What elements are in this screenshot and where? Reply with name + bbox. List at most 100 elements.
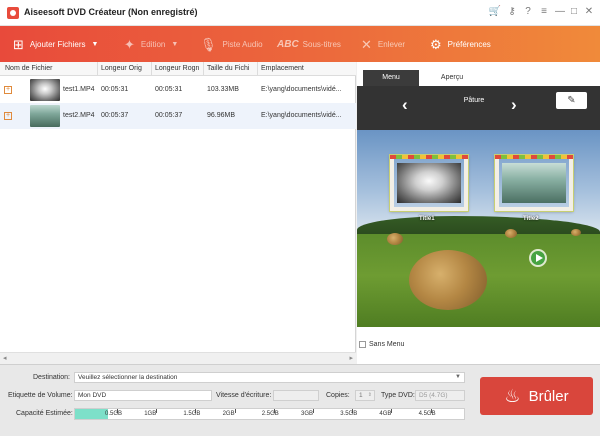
remove-button[interactable]: ✕ Enlever	[361, 26, 405, 62]
chevron-right-icon[interactable]: ›	[511, 96, 517, 113]
file-row[interactable]: + test2.MP4 00:05:37 00:05:37 96.96MB E:…	[0, 103, 356, 129]
key-icon[interactable]: ⚷	[505, 5, 519, 19]
capacity-label: Capacité Estimée:	[16, 410, 73, 417]
destination-value: Veuillez sélectionner la destination	[78, 374, 178, 381]
file-size: 103.33MB	[207, 86, 239, 93]
edit-menu-icon: ✎	[567, 95, 576, 106]
column-header-location[interactable]: Emplacement	[261, 65, 304, 72]
write-speed-label: Vitesse d'écriture:	[216, 392, 272, 399]
capacity-tick-label: 0.5GB	[105, 411, 123, 417]
flame-icon: ♨	[504, 385, 521, 406]
title-photo	[397, 163, 461, 203]
stepper-arrows-icon[interactable]: ⇕	[368, 391, 372, 400]
destination-select[interactable]: Veuillez sélectionner la destination ▼	[74, 372, 465, 383]
edition-button[interactable]: ✦ Edition ▼	[124, 26, 178, 62]
add-files-button[interactable]: ⊞ Ajouter Fichiers ▼	[13, 26, 98, 62]
audio-track-button[interactable]: 🎙 Piste Audio	[200, 26, 263, 62]
volume-label: Etiquette de Volume:	[8, 392, 73, 399]
volume-value: Mon DVD	[78, 392, 107, 399]
capacity-tick-label: 4GB	[379, 411, 392, 417]
main-toolbar: ⊞ Ajouter Fichiers ▼ ✦ Edition ▼ 🎙 Piste…	[0, 26, 600, 62]
title-label-1: Title1	[419, 216, 435, 222]
capacity-tick-label: 3GB	[301, 411, 314, 417]
copies-stepper[interactable]: 1 ⇕	[355, 390, 375, 401]
menu-icon[interactable]: ≡	[537, 5, 551, 19]
play-icon[interactable]	[529, 249, 547, 267]
add-files-label: Ajouter Fichiers	[29, 39, 86, 49]
file-name: test1.MP4	[63, 86, 95, 93]
hay-bale	[505, 229, 517, 238]
edition-label: Edition	[140, 39, 166, 49]
remove-label: Enlever	[377, 39, 406, 49]
capacity-tick	[391, 409, 393, 413]
edit-menu-button[interactable]: ✎	[556, 92, 587, 109]
minimize-icon[interactable]: —	[553, 5, 567, 19]
capacity-tick-label: 1.5GB	[183, 411, 201, 417]
capacity-tick-label: 2.5GB	[261, 411, 279, 417]
tab-preview[interactable]: Aperçu	[425, 70, 479, 86]
cart-icon[interactable]: 🛒	[488, 5, 502, 19]
file-size: 96.96MB	[207, 112, 236, 119]
file-location: E:\yang\documents\vidé...	[261, 112, 342, 119]
app-title: Aiseesoft DVD Créateur (Non enregistré)	[24, 7, 198, 17]
write-speed-select[interactable]	[273, 390, 319, 401]
title-bar: Aiseesoft DVD Créateur (Non enregistré) …	[0, 0, 600, 26]
video-thumbnail	[30, 79, 60, 101]
subtitles-icon: ABC	[277, 38, 299, 50]
expand-icon[interactable]: +	[4, 112, 12, 120]
chevron-down-icon[interactable]: ▼	[91, 41, 98, 48]
hay-bale	[409, 250, 487, 310]
subtitles-button[interactable]: ABC Sous-titres	[277, 26, 341, 62]
expand-icon[interactable]: +	[4, 86, 12, 94]
scroll-right-icon[interactable]: ▸	[349, 354, 353, 362]
no-menu-label: Sans Menu	[369, 341, 405, 348]
title-thumbnail-2[interactable]	[495, 155, 573, 211]
title-label-2: Title2	[523, 216, 539, 222]
microphone-icon: 🎙	[200, 36, 217, 52]
column-header-original-length[interactable]: Longeur Orig	[101, 65, 142, 72]
title-thumbnail-1[interactable]	[390, 155, 468, 211]
magic-wand-icon: ✦	[124, 36, 135, 52]
help-icon[interactable]: ?	[521, 5, 535, 19]
tab-menu[interactable]: Menu	[363, 70, 419, 86]
volume-label-input[interactable]: Mon DVD	[74, 390, 212, 401]
burn-button[interactable]: ♨ Brûler	[480, 377, 593, 415]
capacity-used-fill	[75, 409, 109, 419]
column-header-trimmed-length[interactable]: Longeur Rogn	[155, 65, 199, 72]
chevron-down-icon[interactable]: ▼	[455, 373, 461, 382]
menu-preview-canvas: Title1 Title2	[357, 130, 600, 327]
add-file-icon: ⊞	[13, 36, 24, 52]
capacity-tick-label: 3.5GB	[340, 411, 358, 417]
video-thumbnail	[30, 105, 60, 127]
trimmed-length: 00:05:37	[155, 112, 183, 119]
destination-label: Destination:	[33, 374, 70, 381]
preferences-label: Préférences	[447, 39, 491, 49]
remove-icon: ✕	[361, 36, 372, 52]
capacity-tick-label: 4.5GB	[418, 411, 436, 417]
burn-label: Brûler	[528, 387, 569, 405]
theme-name: Pâture	[463, 97, 485, 104]
dvd-type-label: Type DVD:	[381, 392, 415, 399]
gear-icon: ⚙	[430, 36, 442, 52]
file-location: E:\yang\documents\vidé...	[261, 86, 342, 93]
copies-value: 1	[359, 392, 363, 399]
copies-label: Copies:	[326, 392, 350, 399]
dvd-type-select[interactable]: D5 (4.7G)	[415, 390, 465, 401]
file-row[interactable]: + test1.MP4 00:05:31 00:05:31 103.33MB E…	[0, 77, 356, 103]
template-nav-bar: ‹ Pâture › ✎	[357, 86, 600, 130]
chevron-left-icon[interactable]: ‹	[402, 96, 408, 113]
preferences-button[interactable]: ⚙ Préférences	[430, 26, 491, 62]
trimmed-length: 00:05:31	[155, 86, 183, 93]
close-icon[interactable]: ✕	[582, 5, 596, 19]
horizontal-scrollbar[interactable]: ◂ ▸	[0, 352, 356, 364]
original-length: 00:05:31	[101, 86, 129, 93]
column-header-name[interactable]: Nom de Fichier	[5, 65, 52, 72]
checkbox-icon[interactable]	[359, 341, 366, 348]
scroll-left-icon[interactable]: ◂	[3, 354, 7, 362]
original-length: 00:05:37	[101, 112, 129, 119]
chevron-down-icon[interactable]: ▼	[171, 41, 178, 48]
no-menu-checkbox[interactable]: Sans Menu	[359, 341, 404, 348]
column-header-file-size[interactable]: Taille du Fichi	[207, 65, 249, 72]
file-list-header: Nom de Fichier Longeur Orig Longeur Rogn…	[0, 62, 356, 76]
restore-icon[interactable]: □	[567, 5, 581, 19]
